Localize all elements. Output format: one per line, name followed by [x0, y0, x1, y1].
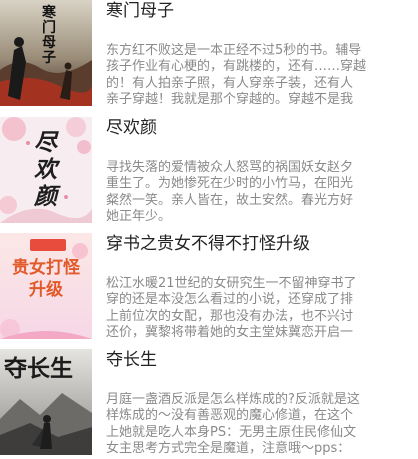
book-description: 东方红不败这是一本正经不过5秒的书。辅导 孩子作业有心梗的，有跳楼的，还有……穿… [106, 43, 418, 108]
description-line: 还价，冀黎将带着她的女主堂妹冀恋开启一 [106, 324, 354, 340]
description-line: 月庭一盏酒反派是怎么样炼成的?反派就是这 [106, 392, 360, 407]
description-line: 粲然一笑。亲人皆在，故土安然。春光方好 [106, 192, 354, 208]
book-title[interactable]: 穿书之贵女不得不打怪升级 [106, 233, 310, 255]
description-line: 重生了。为她惨死在少时的小竹马，在阳光 [106, 176, 354, 192]
book-item[interactable]: 寒门母子 寒门母子 东方红不败这是一本正经不过5秒的书。辅导 孩子作业有心梗的，… [0, 0, 418, 110]
book-title[interactable]: 寒门母子 [106, 0, 174, 22]
description-line: 的！有人拍亲子照，有人穿亲子装，还有人 [106, 75, 354, 91]
description-line: 女主思考方式完全是魔道，注意哦～pps： [106, 440, 351, 456]
description-line: 上前位次的女配，那也没有办法，也不兴讨 [106, 308, 354, 324]
description-line: 东方红不败这是一本正经不过5秒的书。辅导 [106, 43, 362, 58]
cover-title: 尽欢颜 [34, 129, 57, 210]
description-line: 松江水暖21世纪的女研究生一不留神穿书了 [106, 276, 357, 291]
description-line: 寻找失落的爱情被众人怒骂的祸国妖女赵夕 [106, 160, 354, 175]
book-item[interactable]: 贵女打怪升级 穿书之贵女不得不打怪升级 松江水暖21世纪的女研究生一不留神穿书了… [0, 233, 418, 343]
description-line: 孩子作业有心梗的，有跳楼的，还有……穿越 [106, 59, 367, 75]
book-description: 月庭一盏酒反派是怎么样炼成的?反派就是这 样炼成的～没有善恶观的魔心修道，在这个… [106, 392, 418, 457]
description-line: 亲子穿越！我就是那个穿越的。穿越不是我 [106, 91, 354, 107]
book-list: 寒门母子 寒门母子 东方红不败这是一本正经不过5秒的书。辅导 孩子作业有心梗的，… [0, 0, 418, 456]
book-title[interactable]: 夺长生 [106, 349, 157, 371]
book-cover[interactable]: 夺长生 [0, 349, 92, 455]
book-description: 寻找失落的爱情被众人怒骂的祸国妖女赵夕 重生了。为她惨死在少时的小竹马，在阳光 … [106, 160, 418, 225]
book-description: 松江水暖21世纪的女研究生一不留神穿书了 穿的还是本没怎么看过的小说，还穿成了排… [106, 276, 418, 341]
book-cover[interactable]: 尽欢颜 [0, 117, 92, 223]
description-line: 穿的还是本没怎么看过的小说，还穿成了排 [106, 292, 354, 308]
description-line: 样炼成的～没有善恶观的魔心修道，在这个 [106, 408, 354, 424]
book-title[interactable]: 尽欢颜 [106, 117, 157, 139]
cover-title: 寒门母子 [42, 5, 56, 66]
book-item[interactable]: 尽欢颜 尽欢颜 寻找失落的爱情被众人怒骂的祸国妖女赵夕 重生了。为她惨死在少时的… [0, 117, 418, 227]
description-line: 她正年少。 [106, 208, 172, 224]
description-line: 上她就是吃人本身PS：无男主原住民修仙文 [106, 424, 357, 440]
cover-title: 夺长生 [4, 355, 73, 382]
book-cover[interactable]: 寒门母子 [0, 0, 92, 106]
book-item[interactable]: 夺长生 夺长生 月庭一盏酒反派是怎么样炼成的?反派就是这 样炼成的～没有善恶观的… [0, 349, 418, 459]
book-cover[interactable]: 贵女打怪升级 [0, 233, 92, 339]
cover-title: 贵女打怪升级 [12, 258, 80, 300]
